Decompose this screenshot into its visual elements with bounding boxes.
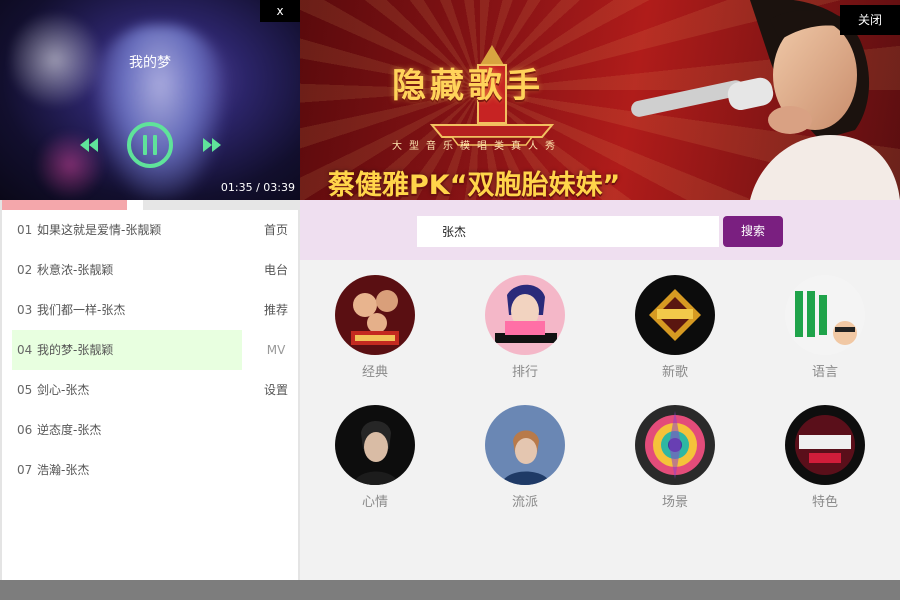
category-cover-language xyxy=(785,275,865,355)
track-title: 剑心-张杰 xyxy=(37,383,90,397)
category-tile[interactable]: 特色 xyxy=(785,405,865,510)
category-label: 新歌 xyxy=(661,365,688,380)
pause-icon xyxy=(127,122,173,168)
category-tile[interactable]: 经典 xyxy=(335,275,415,380)
category-tile[interactable]: 新歌 xyxy=(635,275,715,380)
now-playing-title: 我的梦 xyxy=(129,55,171,71)
category-label: 场景 xyxy=(661,495,688,510)
banner-headline: 蔡健雅PK“双胞胎妹妹” xyxy=(328,170,621,200)
playlist-item[interactable]: 06 逆态度-张杰 xyxy=(12,410,242,450)
promo-banner[interactable]: 隐藏歌手 大型音乐模唱类真人秀 蔡健雅PK“双胞胎妹妹” 关闭 xyxy=(300,0,900,200)
nav-item[interactable]: 推荐 xyxy=(252,290,300,330)
track-number: 03 xyxy=(17,303,33,317)
playlist-item[interactable]: 05 剑心-张杰 xyxy=(12,370,242,410)
category-cover-new xyxy=(635,275,715,355)
track-number: 06 xyxy=(17,423,33,437)
category-tile[interactable]: 流派 xyxy=(485,405,565,510)
playlist-panel: 01 如果这就是爱情-张靓颖 02 秋意浓-张靓颖 03 我们都一样-张杰 04 我的梦-张靓… xyxy=(0,200,302,580)
progress-fill xyxy=(2,200,127,210)
playlist: 01 如果这就是爱情-张靓颖 02 秋意浓-张靓颖 03 我们都一样-张杰 04 我的梦-张靓… xyxy=(12,210,242,490)
track-title: 逆态度-张杰 xyxy=(37,423,102,437)
side-navigation: 首页 电台 推荐 MV 设置 xyxy=(252,210,300,410)
playlist-item[interactable]: 07 浩瀚-张杰 xyxy=(12,450,242,490)
category-cover-genre xyxy=(485,405,565,485)
progress-bar[interactable] xyxy=(2,200,302,210)
track-number: 01 xyxy=(17,223,33,237)
rewind-icon xyxy=(80,138,98,152)
progress-handle[interactable] xyxy=(126,200,143,210)
fast-forward-icon xyxy=(203,138,221,152)
category-label: 排行 xyxy=(511,365,538,380)
category-label: 流派 xyxy=(511,495,538,510)
show-subtitle: 大型音乐模唱类真人秀 xyxy=(392,141,562,152)
nav-item[interactable]: 电台 xyxy=(252,250,300,290)
category-cover-mood xyxy=(335,405,415,485)
search-bar: 搜索 xyxy=(300,200,900,260)
category-label: 经典 xyxy=(361,365,388,380)
track-title: 浩瀚-张杰 xyxy=(37,463,90,477)
track-number: 02 xyxy=(17,263,33,277)
category-tile[interactable]: 语言 xyxy=(785,275,865,380)
playback-time: 01:35 / 03:39 xyxy=(220,181,295,194)
banner-close-button[interactable]: 关闭 xyxy=(840,5,900,35)
previous-button[interactable] xyxy=(79,137,99,153)
bottom-bar xyxy=(0,580,900,600)
track-number: 04 xyxy=(17,343,33,357)
category-tile[interactable]: 心情 xyxy=(335,405,415,510)
category-label: 心情 xyxy=(361,495,388,510)
category-cover-featured xyxy=(785,405,865,485)
nav-item[interactable]: 设置 xyxy=(252,370,300,410)
track-title: 秋意浓-张靓颖 xyxy=(37,263,114,277)
category-label: 语言 xyxy=(811,365,838,380)
playlist-item[interactable]: 03 我们都一样-张杰 xyxy=(12,290,242,330)
music-player: x 我的梦 01:35 / 03:39 xyxy=(0,0,300,200)
track-number: 05 xyxy=(17,383,33,397)
playlist-item[interactable]: 04 我的梦-张靓颖 xyxy=(12,330,242,370)
track-title: 我的梦-张靓颖 xyxy=(37,343,114,357)
category-grid: 经典 排行 新歌 语言 心情 流派 场景 特色 xyxy=(300,260,900,580)
pause-button[interactable] xyxy=(126,121,174,169)
nav-item[interactable]: MV xyxy=(252,330,300,370)
search-button[interactable]: 搜索 xyxy=(723,216,783,247)
next-button[interactable] xyxy=(202,137,222,153)
category-cover-ranking xyxy=(485,275,565,355)
show-title: 隐藏歌手 xyxy=(392,66,544,106)
player-close-button[interactable]: x xyxy=(260,0,300,22)
playlist-item[interactable]: 02 秋意浓-张靓颖 xyxy=(12,250,242,290)
category-tile[interactable]: 排行 xyxy=(485,275,565,380)
track-number: 07 xyxy=(17,463,33,477)
category-cover-scene xyxy=(635,405,715,485)
category-tile[interactable]: 场景 xyxy=(635,405,715,510)
nav-item[interactable]: 首页 xyxy=(252,210,300,250)
category-label: 特色 xyxy=(811,495,838,510)
playlist-item[interactable]: 01 如果这就是爱情-张靓颖 xyxy=(12,210,242,250)
track-title: 如果这就是爱情-张靓颖 xyxy=(37,223,162,237)
category-cover-classic xyxy=(335,275,415,355)
search-input[interactable] xyxy=(417,216,719,247)
track-title: 我们都一样-张杰 xyxy=(37,303,126,317)
